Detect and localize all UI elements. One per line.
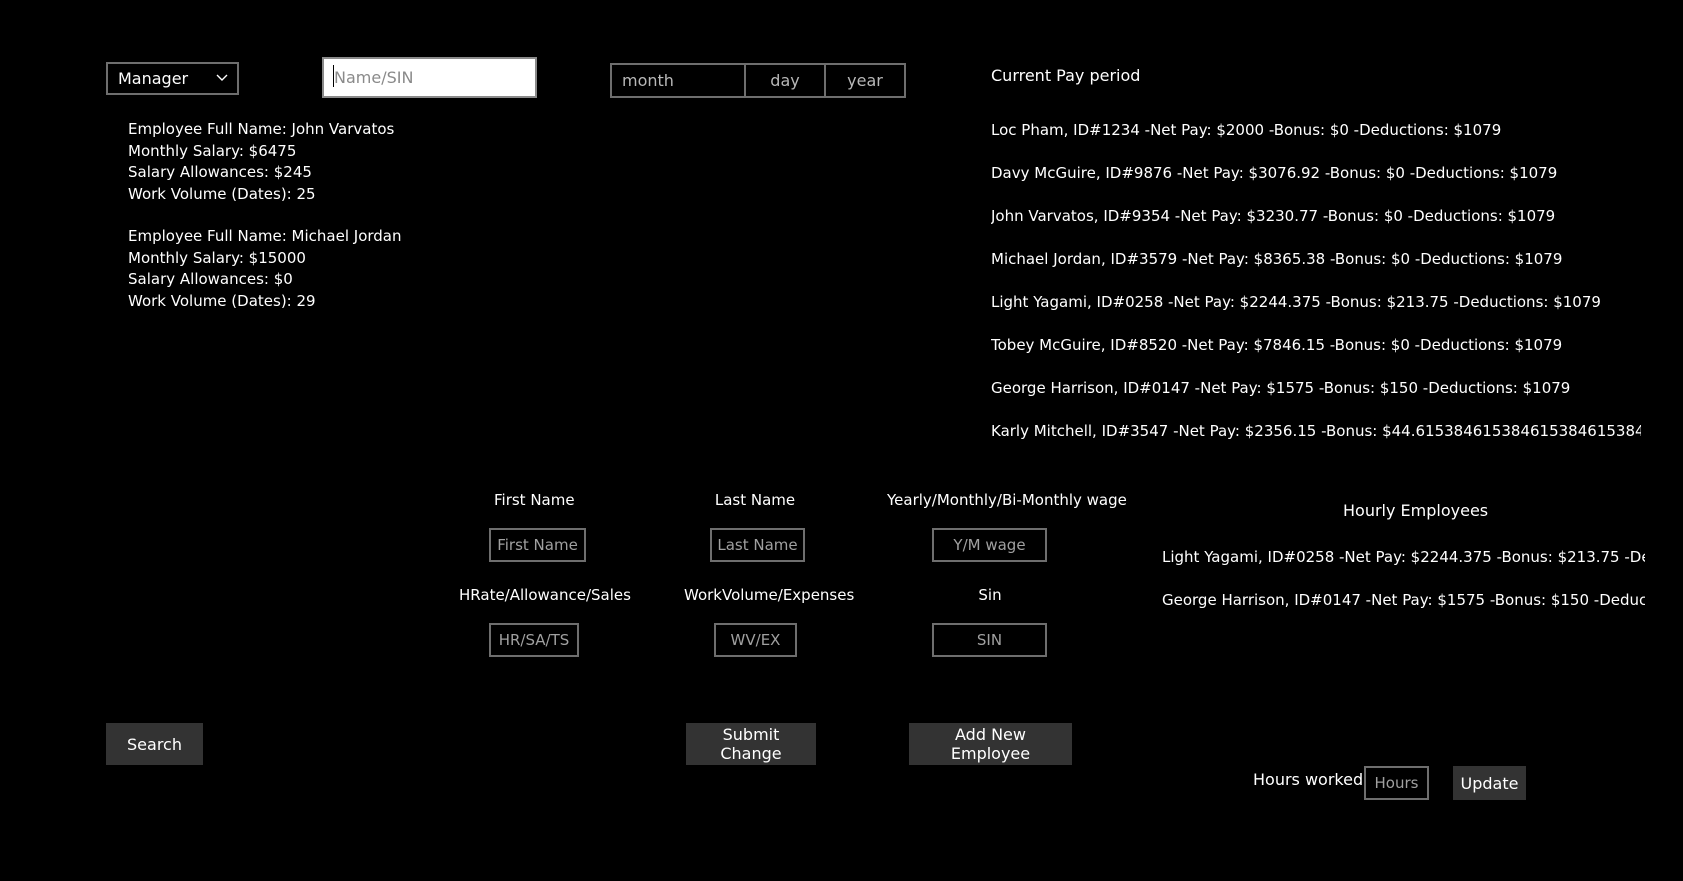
list-item[interactable]: Light Yagami, ID#0258 -Net Pay: $2244.37… (991, 291, 1641, 334)
date-month[interactable]: month (612, 65, 746, 96)
wage-field[interactable] (932, 528, 1047, 562)
add-new-employee-button[interactable]: Add New Employee (909, 723, 1072, 765)
employee-monthly-salary: Monthly Salary: $6475 (128, 141, 297, 160)
list-item[interactable]: George Harrison, ID#0147 -Net Pay: $1575… (1162, 589, 1645, 632)
first-name-label: First Name (494, 491, 575, 509)
pay-period-list[interactable]: Loc Pham, ID#1234 -Net Pay: $2000 -Bonus… (991, 119, 1641, 443)
employee-allowances: Salary Allowances: $0 (128, 270, 293, 288)
last-name-label: Last Name (714, 491, 796, 509)
search-button[interactable]: Search (106, 723, 203, 765)
submit-change-button[interactable]: Submit Change (686, 723, 816, 765)
role-dropdown[interactable]: Manager (106, 62, 239, 95)
employee-work-volume: Work Volume (Dates): 29 (128, 291, 316, 310)
pay-period-title: Current Pay period (991, 66, 1141, 85)
employee-allowances: Salary Allowances: $245 (128, 163, 312, 181)
employee-detail: Employee Full Name: John Varvatos Monthl… (128, 119, 394, 205)
list-item[interactable]: Karly Mitchell, ID#3547 -Net Pay: $2356.… (991, 420, 1641, 443)
list-item[interactable]: John Varvatos, ID#9354 -Net Pay: $3230.7… (991, 205, 1641, 248)
employee-full-name: Employee Full Name: John Varvatos (128, 120, 395, 138)
text-caret (333, 65, 334, 87)
hourly-employees-title: Hourly Employees (1343, 501, 1489, 520)
last-name-field[interactable] (710, 528, 805, 562)
update-button[interactable]: Update (1453, 766, 1526, 800)
search-input[interactable] (322, 57, 537, 98)
list-item[interactable]: Davy McGuire, ID#9876 -Net Pay: $3076.92… (991, 162, 1641, 205)
date-day[interactable]: day (746, 65, 826, 96)
first-name-field[interactable] (489, 528, 586, 562)
hrate-label: HRate/Allowance/Sales (459, 586, 631, 604)
list-item[interactable]: George Harrison, ID#0147 -Net Pay: $1575… (991, 377, 1641, 420)
chevron-down-icon (216, 74, 228, 81)
employee-monthly-salary: Monthly Salary: $15000 (128, 248, 306, 267)
employee-full-name: Employee Full Name: Michael Jordan (128, 227, 402, 245)
list-item[interactable]: Tobey McGuire, ID#8520 -Net Pay: $7846.1… (991, 334, 1641, 377)
sin-field[interactable] (932, 623, 1047, 657)
employee-detail: Employee Full Name: Michael Jordan Month… (128, 226, 402, 312)
employee-work-volume: Work Volume (Dates): 25 (128, 184, 316, 203)
list-item[interactable]: Loc Pham, ID#1234 -Net Pay: $2000 -Bonus… (991, 119, 1641, 162)
list-item[interactable]: Light Yagami, ID#0258 -Net Pay: $2244.37… (1162, 546, 1645, 589)
date-year[interactable]: year (826, 65, 904, 96)
sin-label: Sin (978, 586, 1002, 604)
workvolume-field[interactable] (714, 623, 797, 657)
workvolume-label: WorkVolume/Expenses (684, 586, 855, 604)
wage-label: Yearly/Monthly/Bi-Monthly wage (887, 491, 1127, 509)
hours-field[interactable] (1364, 766, 1429, 800)
hourly-employees-list[interactable]: Light Yagami, ID#0258 -Net Pay: $2244.37… (1162, 546, 1645, 632)
hours-worked-label: Hours worked: (1253, 770, 1369, 789)
list-item[interactable]: Michael Jordan, ID#3579 -Net Pay: $8365.… (991, 248, 1641, 291)
date-picker[interactable]: month day year (610, 63, 906, 98)
hrate-field[interactable] (489, 623, 579, 657)
role-dropdown-value: Manager (118, 69, 189, 88)
